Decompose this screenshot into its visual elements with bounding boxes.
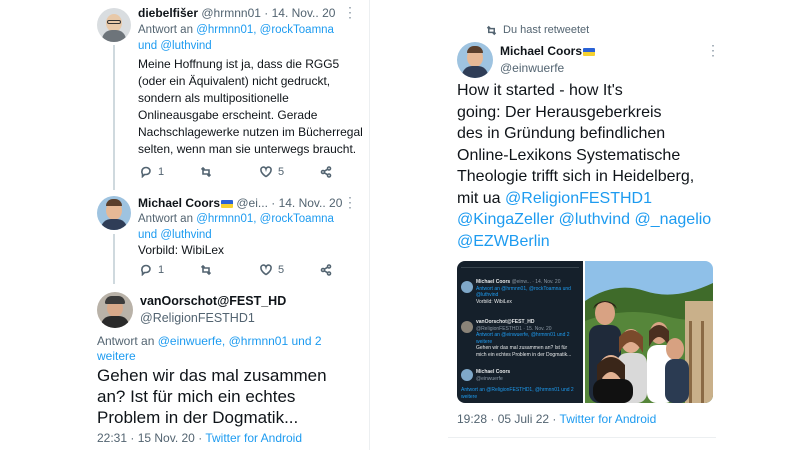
- avatar: [461, 281, 473, 293]
- avatar[interactable]: [97, 196, 131, 230]
- user-name[interactable]: Michael Coors: [500, 44, 582, 58]
- tweet-text: How it started - how It's going: Der Her…: [457, 80, 719, 252]
- tweet-header: diebelfišer @hrmnn01 · 14. Nov.. 20: [138, 6, 335, 20]
- reply-icon: [141, 264, 151, 276]
- reply-mentions[interactable]: @hrmnn01, @rockToamna: [196, 24, 334, 36]
- tweet-meta: 19:28 · 05 Juli 22 · Twitter for Android: [457, 412, 657, 426]
- tweet-timestamp[interactable]: 19:28 · 05 Juli 22: [457, 412, 549, 426]
- retweet-icon: [200, 166, 212, 178]
- ukraine-flag-icon: [221, 199, 234, 208]
- reply-mentions[interactable]: @hrmnn01, @rockToamna: [196, 213, 334, 225]
- mention-link[interactable]: @KingaZeller @luthvind @_nagelio: [457, 209, 719, 231]
- thread-panel: diebelfišer @hrmnn01 · 14. Nov.. 20 ⋮ An…: [80, 0, 370, 450]
- share-button[interactable]: [320, 166, 380, 178]
- user-name[interactable]: Michael Coors: [138, 196, 220, 210]
- avatar: [461, 369, 473, 381]
- tweet-date[interactable]: · 14. Nov.. 20: [271, 196, 342, 210]
- tweet-header: Michael Coors @ei... · 14. Nov.. 20: [138, 196, 342, 210]
- tweet-meta: 22:31 · 15 Nov. 20 · Twitter for Android: [97, 431, 303, 445]
- reply-mentions[interactable]: weitere: [97, 349, 136, 363]
- mention-link[interactable]: @ReligionFESTHD1: [505, 190, 652, 207]
- retweet-indicator: Du hast retweetet: [486, 24, 589, 36]
- reply-mentions[interactable]: und @luthvind: [138, 40, 212, 52]
- tweet-text: Gehen wir das mal zusammen an? Ist für m…: [97, 366, 327, 427]
- reply-context: Antwort an @einwuerfe, @hrmnn01 und 2 we…: [97, 334, 322, 363]
- attached-group-photo[interactable]: [585, 261, 713, 403]
- avatar: [461, 321, 473, 333]
- tweet-date[interactable]: · 14. Nov.. 20: [264, 6, 335, 20]
- user-handle[interactable]: @ei...: [236, 196, 268, 210]
- share-icon: [320, 166, 332, 178]
- avatar[interactable]: [97, 8, 131, 42]
- like-button[interactable]: 5: [260, 264, 320, 276]
- retweet-button[interactable]: [200, 264, 260, 276]
- tweet-timestamp[interactable]: 22:31 · 15 Nov. 20: [97, 431, 195, 445]
- user-name[interactable]: vanOorschot@FEST_HD: [140, 294, 286, 308]
- retweet-icon: [200, 264, 212, 276]
- mention-link[interactable]: @EZWBerlin: [457, 231, 719, 253]
- tweet-actions: 1 5: [140, 166, 380, 178]
- reply-context: Antwort an @hrmnn01, @rockToamna und @lu…: [138, 213, 334, 241]
- more-icon[interactable]: ⋮: [706, 42, 720, 59]
- share-button[interactable]: [320, 264, 380, 276]
- more-icon[interactable]: ⋮: [343, 194, 357, 211]
- tweet-text: Vorbild: WibiLex: [138, 243, 225, 257]
- reply-icon: [141, 166, 151, 178]
- tweet-source[interactable]: Twitter for Android: [560, 412, 657, 426]
- tweet-source[interactable]: Twitter for Android: [205, 431, 302, 445]
- tweet-actions: 1 5: [140, 264, 380, 276]
- heart-icon: [260, 166, 272, 178]
- tweet-header: Michael Coors @einwuerfe: [500, 44, 596, 75]
- like-button[interactable]: 5: [260, 166, 320, 178]
- tweet-text: Meine Hoffnung ist ja, dass die RGG5 (od…: [138, 57, 363, 156]
- avatar[interactable]: [97, 292, 133, 328]
- thread-line: [113, 234, 115, 284]
- more-icon[interactable]: ⋮: [343, 4, 357, 21]
- ukraine-flag-icon: [583, 47, 596, 56]
- heart-icon: [260, 264, 272, 276]
- retweeted-tweet[interactable]: Du hast retweetet Michael Coors @einwuer…: [448, 18, 720, 438]
- attached-screenshot-image[interactable]: Michael Coors @einw... · 14. Nov. 20 Ant…: [457, 261, 583, 403]
- reply-mentions[interactable]: und @luthvind: [138, 229, 212, 241]
- tweet-header: vanOorschot@FEST_HD @ReligionFESTHD1: [140, 294, 286, 325]
- reply-button[interactable]: 1: [140, 264, 200, 276]
- user-handle[interactable]: @einwuerfe: [500, 61, 595, 75]
- reply-button[interactable]: 1: [140, 166, 200, 178]
- share-icon: [320, 264, 332, 276]
- reply-mentions[interactable]: @einwuerfe, @hrmnn01 und 2: [158, 334, 322, 348]
- retweet-button[interactable]: [200, 166, 260, 178]
- retweet-icon: [486, 25, 497, 35]
- group-photo-image: [585, 261, 713, 403]
- user-name[interactable]: diebelfišer: [138, 6, 198, 20]
- avatar[interactable]: [457, 42, 493, 78]
- reply-context: Antwort an @hrmnn01, @rockToamna und @lu…: [138, 24, 334, 52]
- thread-line: [113, 45, 115, 190]
- user-handle[interactable]: @hrmnn01: [201, 6, 261, 20]
- user-handle[interactable]: @ReligionFESTHD1: [140, 311, 286, 325]
